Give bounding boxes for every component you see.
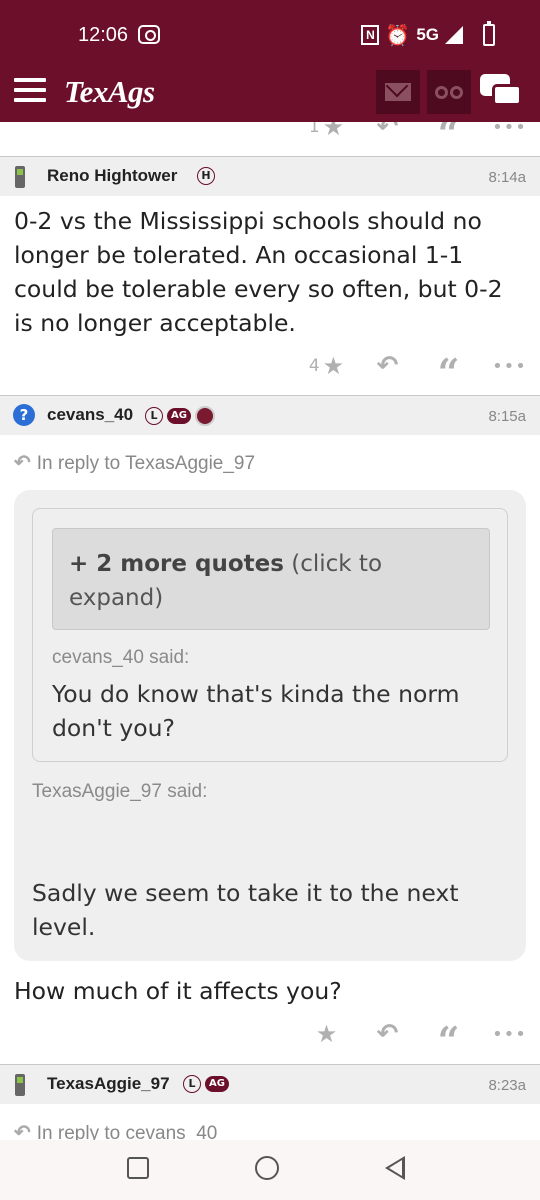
reply-button[interactable]: ↶ — [357, 351, 418, 381]
reply-button[interactable]: ↶ — [357, 122, 418, 142]
post-time: 8:14a — [488, 169, 526, 186]
post-author[interactable]: Reno Hightower — [47, 166, 177, 186]
post-author[interactable]: TexasAggie_97 — [47, 1074, 170, 1094]
post-time: 8:23a — [488, 1077, 526, 1094]
quote-text: You do know that's kinda the norm don't … — [52, 680, 460, 742]
quote-block: + 2 more quotes (click to expand) cevans… — [14, 490, 526, 961]
menu-icon[interactable] — [14, 78, 46, 102]
status-icons: N ⏰ 5G — [361, 21, 495, 47]
expand-quotes-count: + 2 more quotes — [69, 551, 284, 577]
star-icon: ★ — [322, 352, 345, 380]
like-count: 4 — [308, 356, 320, 376]
badge-ag: AG — [167, 408, 191, 424]
like-button[interactable]: ★ — [296, 1020, 357, 1048]
more-button[interactable]: ••• — [479, 122, 540, 138]
more-icon: ••• — [492, 122, 527, 138]
badge-l: L — [183, 1075, 201, 1093]
question-icon: ? — [13, 404, 35, 426]
more-icon: ••• — [492, 1023, 527, 1045]
phone-icon — [15, 1074, 25, 1096]
quote-text: Sadly we seem to take it to the next lev… — [32, 879, 459, 941]
recents-button[interactable] — [127, 1157, 149, 1179]
post-actions: 4 ★ ↶ “ ••• — [296, 351, 540, 381]
reply-icon: ↶ — [376, 351, 399, 381]
post-header: ? cevans_40 L AG 8:15a — [0, 395, 540, 435]
quote-icon: “ — [438, 122, 460, 139]
post-actions: 1 ★ ↶ “ ••• — [296, 122, 540, 142]
like-count: 1 — [308, 122, 320, 137]
binoculars-icon — [435, 85, 463, 99]
quote-icon: “ — [437, 1022, 460, 1046]
quote-attribution: TexasAggie_97 said: — [32, 781, 208, 802]
chat-icon[interactable] — [480, 74, 524, 110]
user-badges: L AG — [145, 406, 215, 426]
app-bar: TexAgs — [0, 62, 540, 122]
star-icon: ★ — [315, 1020, 338, 1048]
post-body: 0-2 vs the Mississippi schools should no… — [14, 207, 503, 337]
quote-icon: “ — [437, 354, 460, 378]
badge-l: L — [145, 407, 163, 425]
site-logo[interactable]: TexAgs — [64, 74, 155, 110]
expand-quotes-button[interactable]: + 2 more quotes (click to expand) — [52, 528, 490, 630]
post-header: Reno Hightower H 8:14a — [0, 156, 540, 196]
more-button[interactable]: ••• — [479, 1024, 540, 1045]
thread-feed[interactable]: 1 ★ ↶ “ ••• Reno Hightower H 8:14a 0-2 v… — [0, 122, 540, 1140]
post-author[interactable]: cevans_40 — [47, 405, 133, 425]
status-time: 12:06 — [78, 24, 129, 46]
quote-button[interactable]: “ — [418, 122, 479, 139]
alarm-icon: ⏰ — [385, 24, 411, 47]
system-nav-bar — [0, 1140, 540, 1200]
reply-to-text: In reply to TexasAggie_97 — [36, 453, 256, 474]
post-body: How much of it affects you? — [14, 977, 342, 1005]
mascot-icon — [195, 406, 215, 426]
reply-to-text: In reply to cevans_40 — [36, 1123, 218, 1140]
post-actions: ★ ↶ “ ••• — [296, 1019, 540, 1049]
back-button[interactable] — [385, 1156, 405, 1180]
messages-button[interactable] — [376, 70, 420, 114]
screen-record-icon — [138, 25, 160, 44]
quote-button[interactable]: “ — [418, 354, 479, 378]
reply-to-link[interactable]: ↶ In reply to TexasAggie_97 — [14, 450, 255, 475]
watch-button[interactable] — [427, 70, 471, 114]
nfc-icon: N — [361, 25, 380, 45]
quote-attribution: cevans_40 said: — [52, 647, 190, 668]
network-label: 5G — [416, 25, 439, 44]
mail-icon — [385, 83, 411, 101]
badge-h: H — [197, 167, 215, 185]
user-badges: L AG — [183, 1075, 229, 1093]
signal-icon — [445, 26, 463, 44]
reply-icon: ↶ — [376, 122, 399, 142]
star-icon: ★ — [322, 122, 345, 141]
more-button[interactable]: ••• — [479, 356, 540, 377]
badge-ag: AG — [205, 1076, 229, 1092]
like-button[interactable]: 4 ★ — [296, 352, 357, 380]
battery-icon — [483, 21, 495, 46]
reply-button[interactable]: ↶ — [357, 1019, 418, 1049]
reply-icon: ↶ — [376, 1019, 399, 1049]
reply-arrow-icon: ↶ — [14, 1122, 31, 1140]
reply-arrow-icon: ↶ — [14, 452, 31, 474]
more-icon: ••• — [492, 355, 527, 377]
home-button[interactable] — [255, 1156, 279, 1180]
reply-to-link[interactable]: ↶ In reply to cevans_40 — [14, 1120, 217, 1140]
quote-button[interactable]: “ — [418, 1022, 479, 1046]
user-badges: H — [197, 167, 215, 185]
nested-quote: + 2 more quotes (click to expand) cevans… — [32, 508, 508, 762]
status-bar: 12:06 N ⏰ 5G — [0, 0, 540, 62]
post-header: TexasAggie_97 L AG 8:23a — [0, 1064, 540, 1104]
like-button[interactable]: 1 ★ — [296, 122, 357, 141]
post-time: 8:15a — [488, 408, 526, 425]
phone-icon — [15, 166, 25, 188]
